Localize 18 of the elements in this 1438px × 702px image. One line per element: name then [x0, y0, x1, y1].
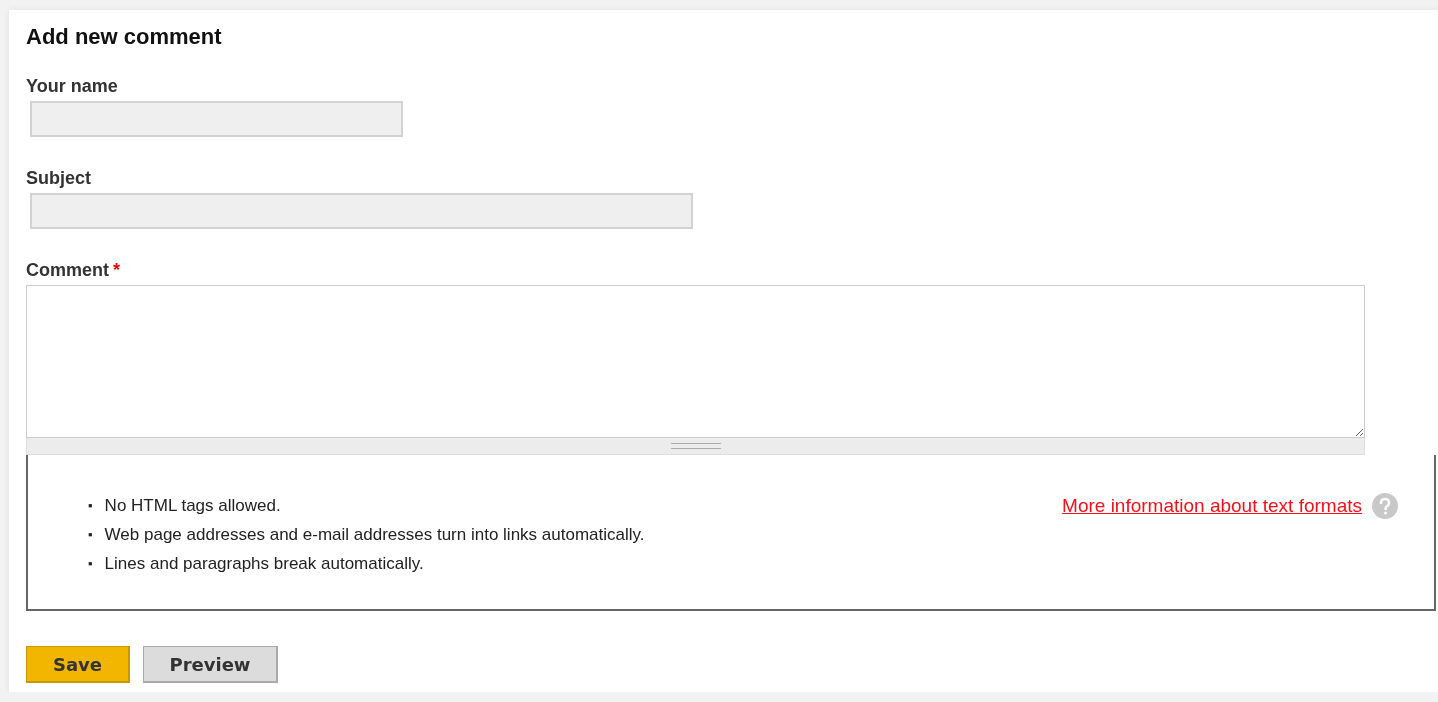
preview-button[interactable]: Preview — [143, 646, 278, 683]
help-icon[interactable] — [1372, 492, 1398, 519]
format-tip: Web page addresses and e-mail addresses turn into links automatically. — [104, 524, 645, 546]
input-field[interactable] — [30, 193, 693, 229]
bullet-mark: ▪ — [88, 526, 93, 544]
field-label: Your name — [26, 76, 118, 97]
save-button[interactable]: Save — [26, 646, 130, 683]
field-label: Subject — [26, 168, 91, 189]
form-heading: Add new comment — [26, 24, 222, 50]
text-formats-link[interactable]: More information about text formats — [1062, 494, 1362, 517]
format-tip: No HTML tags allowed. — [104, 495, 281, 517]
bullet-mark: ▪ — [88, 555, 93, 573]
format-tip: Lines and paragraphs break automatically. — [104, 553, 424, 575]
input-field[interactable] — [30, 101, 403, 137]
resize-grip[interactable] — [26, 438, 1365, 455]
field-label: Comment * — [26, 260, 121, 281]
bullet-mark: ▪ — [88, 497, 93, 515]
comment-field[interactable] — [26, 285, 1365, 438]
